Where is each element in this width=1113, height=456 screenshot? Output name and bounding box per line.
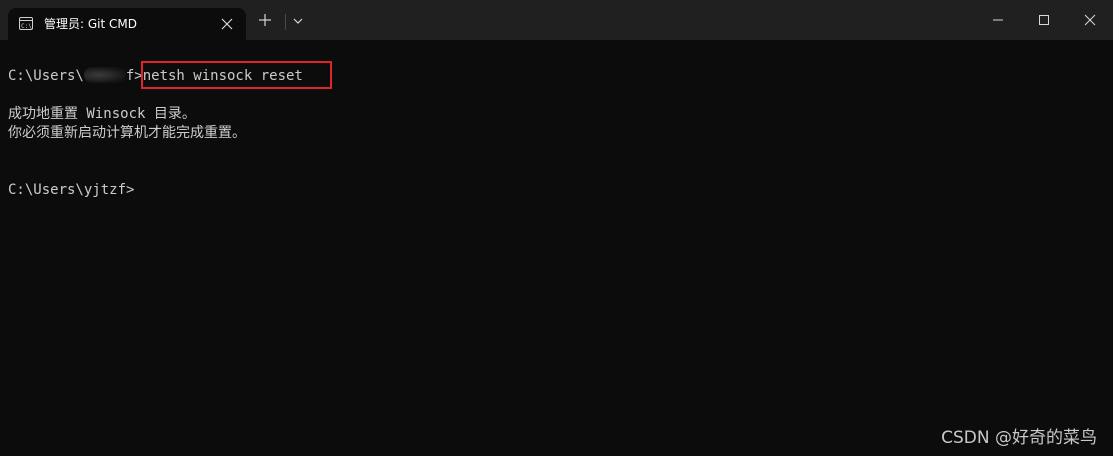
maximize-icon [1039,15,1049,25]
prompt-prefix: C:\Users\ [8,68,84,84]
minimize-icon [993,19,1003,21]
output-line-2: 你必须重新启动计算机才能完成重置。 [8,125,246,141]
watermark: CSDN @好奇的菜鸟 [941,428,1097,448]
chevron-down-icon[interactable] [292,16,304,26]
redacted-username [83,67,126,83]
close-window-button[interactable] [1067,0,1113,40]
output-line-1: 成功地重置 Winsock 目录。 [8,106,196,122]
maximize-button[interactable] [1021,0,1067,40]
plus-icon[interactable] [258,13,272,27]
command-highlight-box [141,61,332,89]
tab-title: 管理员: Git CMD [44,17,137,31]
current-prompt: C:\Users\yjtzf> [8,182,135,198]
minimize-button[interactable] [975,0,1021,40]
tab-git-cmd[interactable]: C:\ 管理员: Git CMD [8,8,246,40]
terminal-icon: C:\ [19,17,33,30]
terminal-output[interactable]: C:\Users\ f>netsh winsock reset 成功地重置 Win… [0,40,1113,456]
title-bar: C:\ 管理员: Git CMD [0,0,1113,40]
close-icon [1084,14,1096,26]
terminal-window: C:\ 管理员: Git CMD C:\Users\ f>netsh winso… [0,0,1113,456]
close-icon[interactable] [220,17,234,31]
svg-text:C:\: C:\ [21,23,32,30]
tab-divider [285,14,286,30]
